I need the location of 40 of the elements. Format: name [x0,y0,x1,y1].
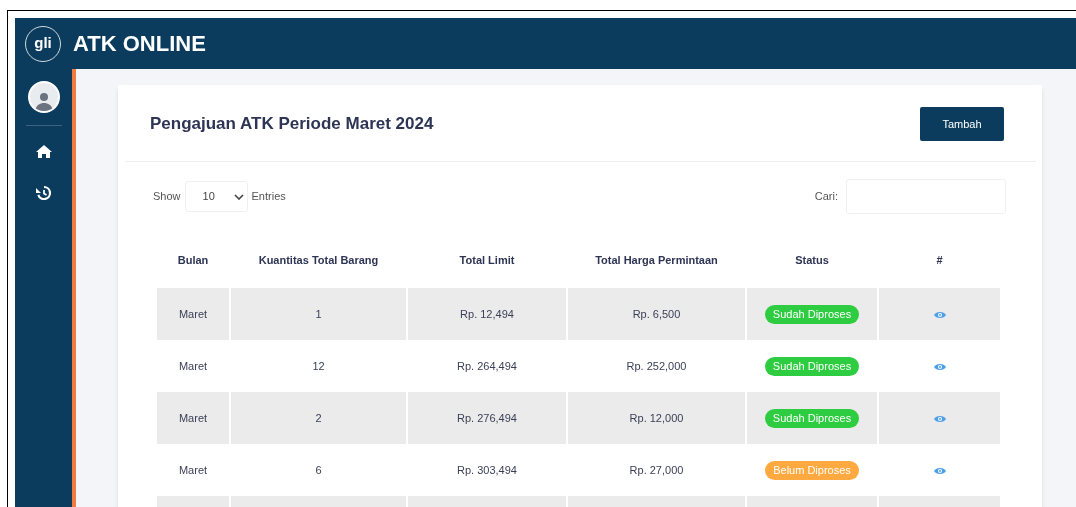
status-badge: Sudah Diproses [764,408,860,428]
column-header: Total Harga Permintaan [594,252,719,268]
entries-label: Entries [251,189,286,205]
status-badge: Sudah Diproses [764,356,860,376]
view-icon[interactable] [933,466,946,475]
column-header: # [935,252,944,268]
table-cell: Rp. 12,494 [460,307,514,320]
avatar [27,81,60,113]
app-title: ATK ONLINE [73,30,206,58]
table-cell: Rp. 303,494 [457,463,517,476]
table-cell: 12 [312,359,325,372]
page-size-select[interactable]: 10 [184,181,248,212]
column-header: Kuantitas Total Barang [257,252,380,268]
column-header: Bulan [176,252,210,268]
search-label: Cari: [814,189,838,205]
view-icon[interactable] [933,362,946,371]
table-cell: Rp. 264,494 [457,359,517,372]
show-label: Show [153,189,181,205]
page-title: Pengajuan ATK Periode Maret 2024 [150,113,434,136]
table-cell: Rp. 276,494 [457,411,517,424]
table-cell: Rp. 12,000 [629,411,684,424]
status-badge: Sudah Diproses [764,304,860,324]
table-cell: Maret [178,307,208,320]
table-cell: 6 [315,463,322,476]
add-button[interactable]: Tambah [920,107,1004,141]
table-cell: 1 [315,307,322,320]
column-header: Total Limit [458,252,516,268]
table-cell: Maret [178,463,208,476]
table-cell: Rp. 27,000 [629,463,684,476]
chevron-down-icon [233,193,244,200]
table-cell: 2 [315,411,322,424]
table-cell: Rp. 6,500 [632,307,681,320]
table-cell: Maret [178,359,208,372]
view-icon[interactable] [933,310,946,319]
table-cell: Rp. 252,000 [626,359,687,372]
history-icon[interactable] [33,183,54,202]
table-cell: Maret [178,411,208,424]
column-header: Status [794,252,830,268]
view-icon[interactable] [933,414,946,423]
status-badge: Belum Diproses [765,460,859,480]
